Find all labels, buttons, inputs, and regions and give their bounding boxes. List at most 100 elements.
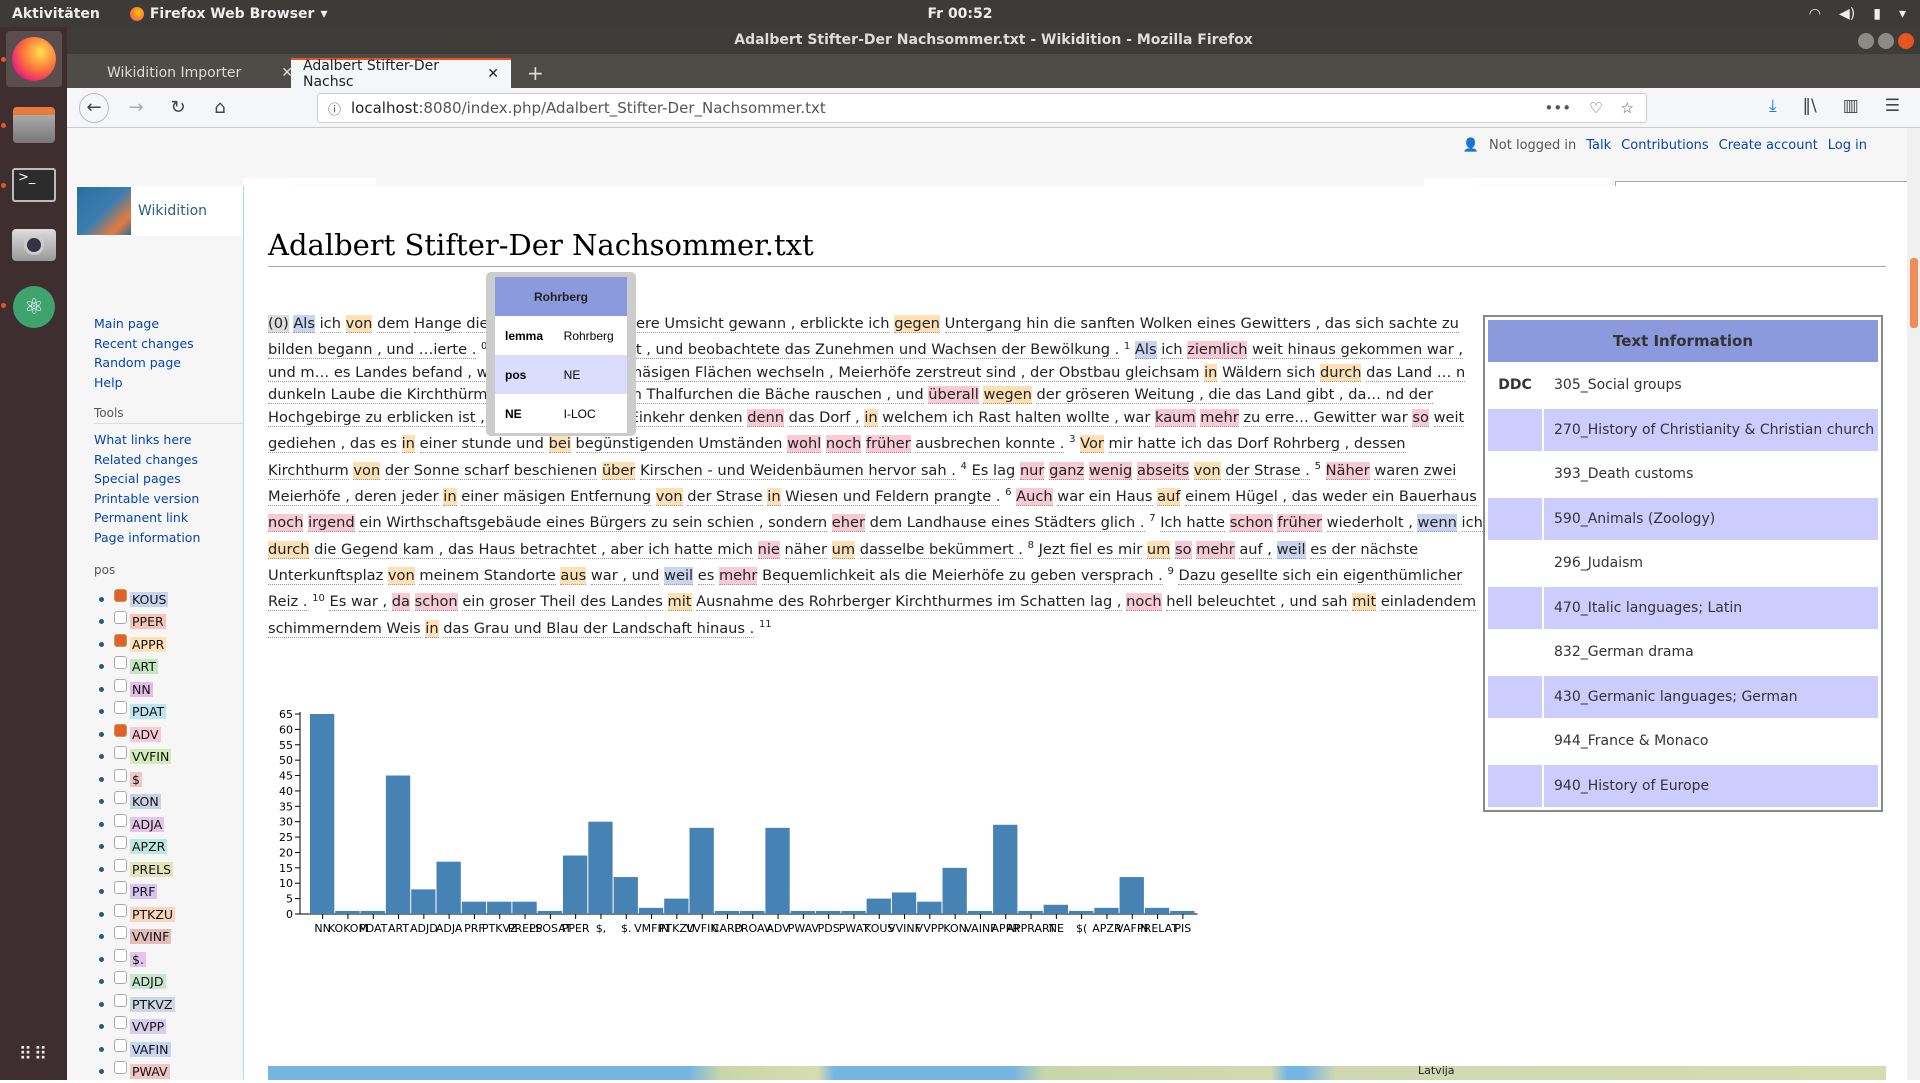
pos-checkbox[interactable] (114, 1016, 127, 1029)
annotated-token-adv[interactable]: ziemlich (1187, 341, 1247, 359)
sidebar-item-permanent-link[interactable]: Permanent link (94, 508, 244, 528)
sidebar-item-special-pages[interactable]: Special pages (94, 469, 244, 489)
pos-checkbox[interactable] (114, 589, 127, 602)
annotated-token-appr[interactable]: wegen (983, 386, 1031, 404)
sidebar-item-recent-changes[interactable]: Recent changes (94, 334, 244, 354)
annotated-token-adv[interactable]: nie (758, 541, 780, 559)
annotated-token-adv[interactable]: noch (268, 514, 303, 532)
sidebar-item-printable-version[interactable]: Printable version (94, 489, 244, 509)
annotated-token-appr[interactable]: durch (1320, 364, 1361, 382)
annotated-token-appr[interactable]: von (388, 567, 415, 585)
annotated-token-adv[interactable]: noch (826, 435, 861, 453)
annotated-token-appr[interactable]: in (425, 620, 438, 638)
annotated-token-adv[interactable]: denn (747, 409, 784, 427)
pos-checkbox[interactable] (114, 1061, 127, 1074)
pos-checkbox[interactable] (114, 971, 127, 984)
activities-button[interactable]: Aktivitäten (12, 6, 100, 22)
annotated-token-appr[interactable]: von (353, 462, 380, 480)
annotated-token-adv[interactable]: wenig (1089, 462, 1132, 480)
menu-icon[interactable]: ☰ (1885, 96, 1900, 116)
url-bar[interactable]: ⓘ localhost:8080/index.php/Adalbert_Stif… (317, 93, 1647, 123)
library-icon[interactable]: ‖\ (1802, 96, 1816, 116)
annotated-token-adv[interactable]: so (1412, 409, 1429, 427)
maximize-button[interactable] (1878, 33, 1894, 49)
annotated-token-appr[interactable]: von (656, 488, 683, 506)
pos-checkbox[interactable] (114, 904, 127, 917)
forward-button[interactable]: → (121, 97, 151, 118)
dock-files[interactable] (6, 97, 62, 153)
create-account-link[interactable]: Create account (1719, 138, 1818, 153)
annotated-token-appr[interactable]: über (602, 462, 636, 480)
pos-checkbox[interactable] (114, 679, 127, 692)
annotated-token-kous[interactable]: weil (664, 567, 693, 585)
annotated-token-adv[interactable]: mehr (719, 567, 757, 585)
talk-link[interactable]: Talk (1586, 138, 1611, 153)
annotated-token-adv[interactable]: abseits (1137, 462, 1189, 480)
dock-camera[interactable] (6, 217, 62, 273)
clock[interactable]: Fr 00:52 (927, 6, 992, 22)
annotated-token-appr[interactable]: auf (1157, 488, 1180, 506)
annotated-token-appr[interactable]: gegen (894, 315, 940, 333)
annotated-token-adv[interactable]: so (1175, 541, 1192, 559)
close-window-button[interactable] (1898, 33, 1914, 49)
pos-checkbox[interactable] (114, 926, 127, 939)
annotated-token-adv[interactable]: früher (866, 435, 911, 453)
annotated-token-adv[interactable]: mehr (1200, 409, 1238, 427)
annotated-token-kous[interactable]: weil (1277, 541, 1306, 559)
pos-checkbox[interactable] (114, 791, 127, 804)
pos-checkbox[interactable] (114, 994, 127, 1007)
annotated-token-adv[interactable]: irgend (308, 514, 355, 532)
annotated-token-adv[interactable]: Auch (1016, 488, 1053, 506)
downloads-icon[interactable]: ⤓ (1769, 96, 1777, 116)
pos-checkbox[interactable] (114, 769, 127, 782)
pos-checkbox[interactable] (114, 656, 127, 669)
annotated-token-appr[interactable]: um (1147, 541, 1170, 559)
contributions-link[interactable]: Contributions (1621, 138, 1709, 153)
map-view[interactable]: Latvija (268, 1066, 1886, 1080)
annotated-token-adv[interactable]: schon (1230, 514, 1273, 532)
close-tab-icon[interactable]: ✕ (487, 66, 499, 82)
pos-checkbox[interactable] (114, 836, 127, 849)
dock-firefox[interactable] (6, 31, 62, 87)
pos-checkbox[interactable] (114, 724, 127, 737)
pos-checkbox[interactable] (114, 611, 127, 624)
scrollbar-thumb[interactable] (1910, 258, 1918, 328)
annotated-token-adv[interactable]: nur (1020, 462, 1045, 480)
pos-checkbox[interactable] (114, 814, 127, 827)
pos-checkbox[interactable] (114, 881, 127, 894)
annotated-token-adv[interactable]: kaum (1155, 409, 1196, 427)
show-applications-button[interactable]: ⠿⠿ (6, 1027, 62, 1083)
annotated-token-appr[interactable]: um (832, 541, 855, 559)
system-tray[interactable]: ◠ ◀) ▮ ▾ (1809, 6, 1906, 22)
annotated-token-kous[interactable]: Als (293, 315, 315, 333)
sidebar-item-main-page[interactable]: Main page (94, 314, 244, 334)
annotated-token-appr[interactable]: von (346, 315, 373, 333)
annotated-token-adv[interactable]: wohl (787, 435, 821, 453)
dock-atom[interactable]: ⚛ (6, 279, 62, 335)
annotated-token-appr[interactable]: bei (549, 435, 571, 453)
annotated-token-adv[interactable]: früher (1277, 514, 1322, 532)
sidebar-toggle-icon[interactable]: ▥ (1843, 96, 1859, 116)
back-button[interactable]: ← (79, 93, 109, 123)
annotated-token-adv[interactable]: Näher (1326, 462, 1370, 480)
annotated-token-appr[interactable]: in (767, 488, 780, 506)
annotated-token-appr[interactable]: Vor (1080, 435, 1104, 453)
pos-checkbox[interactable] (114, 1039, 127, 1052)
dock-terminal[interactable]: >_ (6, 157, 62, 213)
reload-button[interactable]: ↻ (163, 97, 193, 118)
annotated-token-kous[interactable]: wenn (1417, 514, 1456, 532)
sidebar-item-related-changes[interactable]: Related changes (94, 450, 244, 470)
bookmark-star-icon[interactable]: ☆ (1621, 99, 1634, 117)
annotated-token-appr[interactable]: durch (268, 541, 309, 559)
annotated-token-adv[interactable]: mehr (1196, 541, 1234, 559)
sentence-number[interactable]: (0) (268, 315, 289, 333)
annotated-token-appr[interactable]: in (402, 435, 415, 453)
minimize-button[interactable] (1858, 33, 1874, 49)
page-scrollbar[interactable] (1907, 128, 1920, 1080)
new-tab-button[interactable]: + (515, 58, 556, 88)
page-actions-icon[interactable]: ••• (1545, 99, 1572, 117)
pocket-icon[interactable]: ♡ (1589, 99, 1602, 117)
pos-checkbox[interactable] (114, 634, 127, 647)
sidebar-item-help[interactable]: Help (94, 373, 244, 393)
annotated-token-appr[interactable]: von (1194, 462, 1221, 480)
